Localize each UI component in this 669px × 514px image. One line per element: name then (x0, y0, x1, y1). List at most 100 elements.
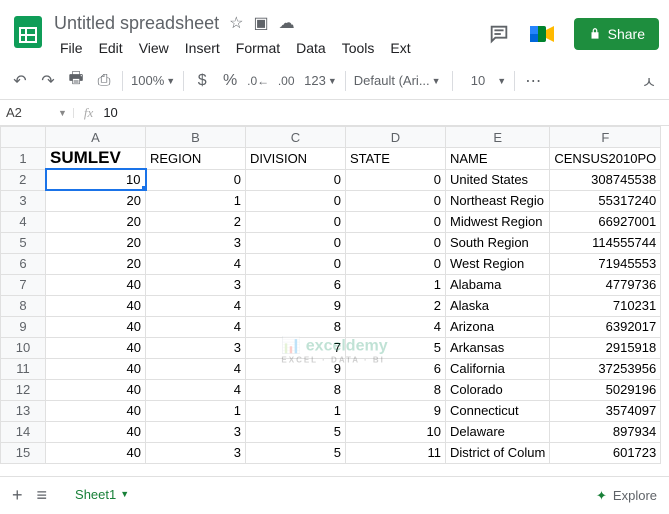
cell[interactable]: 40 (46, 295, 146, 316)
cell[interactable]: 6392017 (550, 316, 661, 337)
cell[interactable]: 0 (246, 190, 346, 211)
print-icon[interactable]: 🖶 (66, 71, 86, 91)
cell[interactable]: 710231 (550, 295, 661, 316)
cell[interactable]: 66927001 (550, 211, 661, 232)
row-header[interactable]: 1 (1, 148, 46, 170)
col-header-F[interactable]: F (550, 127, 661, 148)
cell[interactable]: 20 (46, 190, 146, 211)
currency-icon[interactable]: $ (192, 71, 212, 91)
cell[interactable]: Alabama (446, 274, 550, 295)
cell[interactable]: 0 (246, 211, 346, 232)
cell[interactable]: 0 (246, 232, 346, 253)
cloud-icon[interactable]: ☁ (279, 13, 295, 33)
menu-view[interactable]: View (133, 38, 175, 58)
cell[interactable]: 8 (246, 316, 346, 337)
cell[interactable]: 20 (46, 253, 146, 274)
menu-file[interactable]: File (54, 38, 89, 58)
cell[interactable]: Arizona (446, 316, 550, 337)
col-header-C[interactable]: C (246, 127, 346, 148)
all-sheets-button[interactable]: ≡ (37, 485, 48, 506)
cell[interactable]: 1 (146, 190, 246, 211)
more-icon[interactable]: ⋯ (523, 71, 543, 91)
cell[interactable]: STATE (346, 148, 446, 170)
cell[interactable]: 0 (346, 169, 446, 190)
cell[interactable]: 55317240 (550, 190, 661, 211)
percent-icon[interactable]: % (220, 71, 240, 91)
cell[interactable]: 4 (346, 316, 446, 337)
cell[interactable]: 37253956 (550, 358, 661, 379)
cell[interactable]: 3 (146, 442, 246, 463)
cell[interactable]: 0 (246, 253, 346, 274)
doc-title[interactable]: Untitled spreadsheet (54, 13, 219, 34)
cell[interactable]: CENSUS2010PO (550, 148, 661, 170)
row-header[interactable]: 2 (1, 169, 46, 190)
cell[interactable]: 40 (46, 274, 146, 295)
cell[interactable]: SUMLEV (46, 148, 146, 170)
menu-tools[interactable]: Tools (336, 38, 381, 58)
cell[interactable]: 2 (146, 211, 246, 232)
cell[interactable]: Connecticut (446, 400, 550, 421)
cell[interactable]: 3 (146, 274, 246, 295)
cell[interactable]: 20 (46, 211, 146, 232)
cell[interactable]: 2915918 (550, 337, 661, 358)
redo-icon[interactable]: ↷ (38, 71, 58, 91)
cell[interactable]: United States (446, 169, 550, 190)
cell[interactable]: 2 (346, 295, 446, 316)
cell[interactable]: 0 (346, 253, 446, 274)
font-size-select[interactable]: 10 ▼ (461, 73, 506, 88)
cell[interactable]: 897934 (550, 421, 661, 442)
select-all-cell[interactable] (1, 127, 46, 148)
add-sheet-button[interactable]: + (12, 485, 23, 506)
cell[interactable]: 40 (46, 337, 146, 358)
cell[interactable]: 3 (146, 337, 246, 358)
num-format-select[interactable]: 123▼ (304, 73, 337, 88)
cell[interactable]: 40 (46, 400, 146, 421)
menu-format[interactable]: Format (230, 38, 286, 58)
row-header[interactable]: 14 (1, 421, 46, 442)
row-header[interactable]: 3 (1, 190, 46, 211)
row-header[interactable]: 8 (1, 295, 46, 316)
col-header-A[interactable]: A (46, 127, 146, 148)
cell[interactable]: California (446, 358, 550, 379)
font-select[interactable]: Default (Ari... ▼ (354, 73, 444, 88)
cell[interactable]: 4 (146, 295, 246, 316)
cell[interactable]: 9 (346, 400, 446, 421)
cell[interactable]: 4 (146, 379, 246, 400)
row-header[interactable]: 6 (1, 253, 46, 274)
col-header-B[interactable]: B (146, 127, 246, 148)
cell[interactable]: 1 (346, 274, 446, 295)
formula-input[interactable]: 10 (103, 105, 117, 120)
share-button[interactable]: Share (574, 18, 659, 50)
cell[interactable]: 114555744 (550, 232, 661, 253)
cell[interactable]: 0 (346, 211, 446, 232)
comments-icon[interactable] (488, 23, 510, 45)
cell[interactable]: 1 (246, 400, 346, 421)
cell[interactable]: 4 (146, 358, 246, 379)
zoom-select[interactable]: 100% ▼ (131, 73, 175, 88)
row-header[interactable]: 9 (1, 316, 46, 337)
cell[interactable]: West Region (446, 253, 550, 274)
menu-edit[interactable]: Edit (93, 38, 129, 58)
cell[interactable]: 5 (246, 442, 346, 463)
cell[interactable]: 8 (346, 379, 446, 400)
cell[interactable]: 71945553 (550, 253, 661, 274)
cell[interactable]: Northeast Regio (446, 190, 550, 211)
dec-decrease-icon[interactable]: .0← (248, 71, 268, 91)
row-header[interactable]: 13 (1, 400, 46, 421)
cell[interactable]: 40 (46, 421, 146, 442)
move-icon[interactable]: ▣ (253, 13, 268, 33)
menu-data[interactable]: Data (290, 38, 332, 58)
dec-increase-icon[interactable]: .00 (276, 71, 296, 91)
cell[interactable]: 40 (46, 379, 146, 400)
cell[interactable]: REGION (146, 148, 246, 170)
cell[interactable]: 601723 (550, 442, 661, 463)
cell[interactable]: 3 (146, 232, 246, 253)
row-header[interactable]: 4 (1, 211, 46, 232)
cell[interactable]: 3 (146, 421, 246, 442)
cell[interactable]: 4 (146, 253, 246, 274)
cell[interactable]: 8 (246, 379, 346, 400)
cell[interactable]: Midwest Region (446, 211, 550, 232)
cell[interactable]: NAME (446, 148, 550, 170)
cell[interactable]: 6 (346, 358, 446, 379)
star-icon[interactable]: ☆ (229, 13, 243, 33)
